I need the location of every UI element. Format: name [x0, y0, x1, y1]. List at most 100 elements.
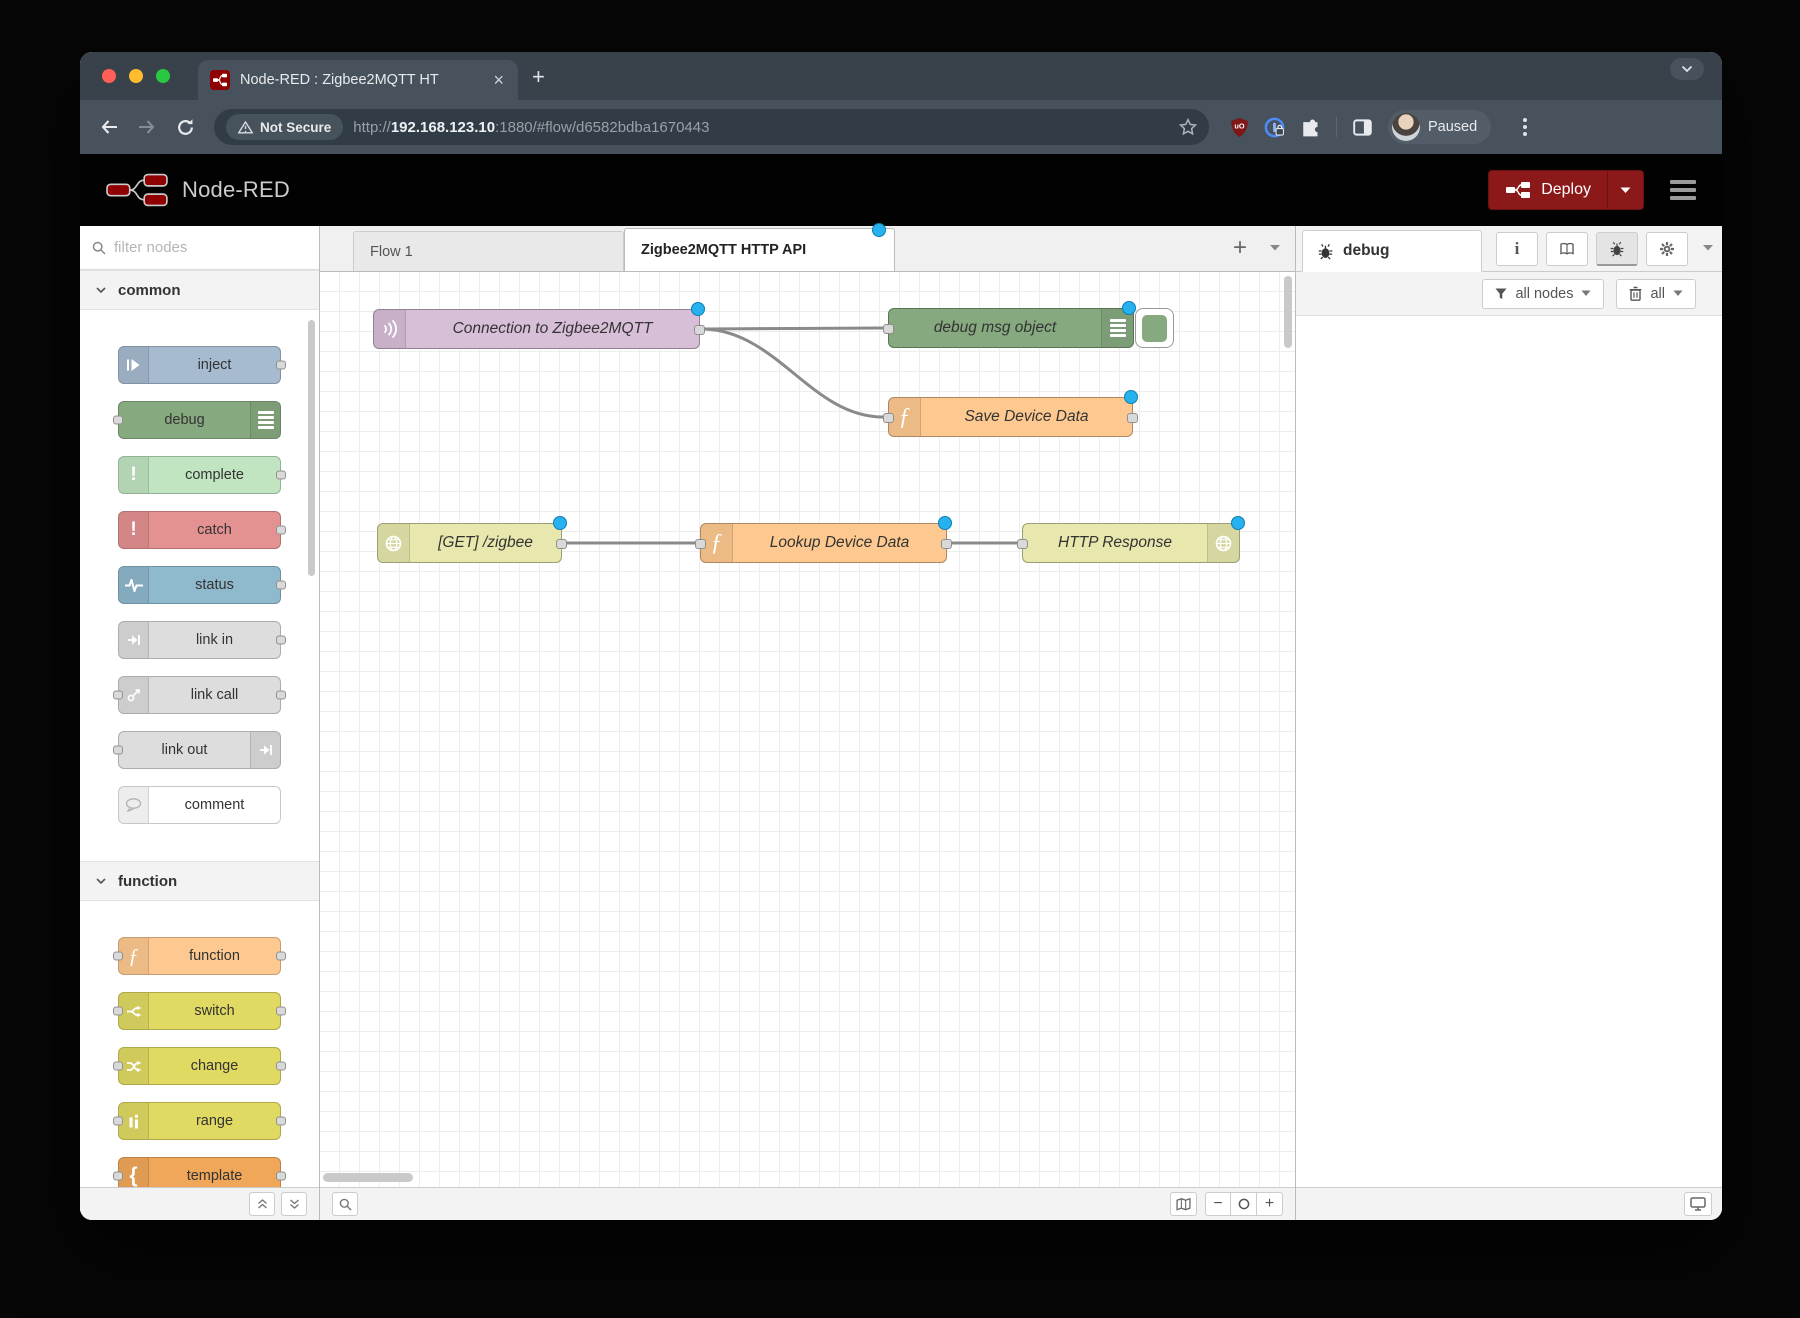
zoom-in-button[interactable]: + [1257, 1192, 1283, 1216]
zoom-out-button[interactable]: − [1205, 1192, 1231, 1216]
palette-node-label: link in [149, 632, 280, 648]
palette-node-link-in[interactable]: link in [118, 621, 281, 659]
palette-filter-input[interactable] [114, 239, 264, 256]
flow-tab-flow1[interactable]: Flow 1 [353, 231, 624, 271]
extensions-puzzle-icon[interactable] [1301, 118, 1320, 137]
flow-node-http-in[interactable]: [GET] /zigbee [377, 523, 562, 563]
flow-node-debug[interactable]: debug msg object [888, 308, 1134, 348]
zoom-window-button[interactable] [156, 69, 170, 83]
input-port [113, 1117, 123, 1126]
password-manager-extension-icon[interactable] [1264, 117, 1285, 138]
open-debug-window-button[interactable] [1684, 1192, 1712, 1216]
canvas-search-button[interactable] [332, 1192, 358, 1216]
node-red-brand: Node-RED [106, 172, 290, 208]
sidebar-tab-info[interactable]: i [1496, 232, 1538, 266]
link-arrow-icon [250, 732, 280, 768]
sidebar-tab-debug[interactable]: debug [1302, 230, 1482, 272]
window-controls [102, 69, 170, 83]
palette-node-link-out[interactable]: link out [118, 731, 281, 769]
palette-node-function[interactable]: ƒ function [118, 937, 281, 975]
close-window-button[interactable] [102, 69, 116, 83]
flow-tab-zigbee2mqtt[interactable]: Zigbee2MQTT HTTP API [624, 228, 895, 271]
double-chevron-up-icon [257, 1199, 268, 1209]
flow-list-button[interactable] [1269, 244, 1281, 252]
side-panel-icon[interactable] [1353, 119, 1372, 136]
profile-button[interactable]: Paused [1388, 110, 1491, 144]
tab-close-icon[interactable]: × [491, 71, 506, 89]
address-bar[interactable]: Not Secure http://192.168.123.10:1880/#f… [214, 109, 1209, 145]
minimize-window-button[interactable] [129, 69, 143, 83]
palette-section-function[interactable]: function [80, 861, 319, 901]
zoom-reset-button[interactable] [1231, 1192, 1257, 1216]
main-menu-button[interactable] [1670, 180, 1696, 200]
input-port[interactable] [883, 413, 894, 423]
browser-menu-button[interactable] [1519, 114, 1531, 140]
add-flow-button[interactable]: + [1233, 236, 1247, 260]
node-label: Lookup Device Data [733, 534, 946, 552]
forward-button[interactable] [132, 112, 162, 142]
security-chip[interactable]: Not Secure [226, 114, 343, 140]
debug-clear-button[interactable]: all [1616, 279, 1696, 309]
input-port [113, 416, 123, 425]
canvas-vertical-scrollbar[interactable] [1284, 276, 1292, 348]
changed-dot [872, 223, 886, 237]
palette-node-template[interactable]: { template [118, 1157, 281, 1187]
palette-node-switch[interactable]: switch [118, 992, 281, 1030]
app-body: common inject debug [80, 226, 1722, 1220]
deploy-options-button[interactable] [1607, 171, 1643, 209]
back-button[interactable] [94, 112, 124, 142]
palette-node-label: change [149, 1058, 280, 1074]
node-label: debug msg object [889, 319, 1101, 337]
workspace: Flow 1 Zigbee2MQTT HTTP API + [320, 226, 1295, 1220]
input-port[interactable] [695, 539, 706, 549]
flow-node-lookup-device-data[interactable]: ƒ Lookup Device Data [700, 523, 947, 563]
bookmark-star-icon[interactable] [1179, 118, 1197, 136]
sidebar-tab-debug-button[interactable] [1596, 232, 1638, 266]
debug-filter-button[interactable]: all nodes [1482, 279, 1604, 309]
chevron-down-icon [1620, 187, 1631, 194]
collapse-all-button[interactable] [249, 1192, 275, 1216]
reload-button[interactable] [170, 112, 200, 142]
extensions-row: uO Paused [1231, 110, 1531, 144]
palette-section-common[interactable]: common [80, 270, 319, 310]
deploy-main[interactable]: Deploy [1489, 180, 1607, 200]
debug-enable-toggle[interactable] [1135, 308, 1174, 348]
deploy-button[interactable]: Deploy [1488, 170, 1644, 210]
sidebar-tab-config[interactable] [1646, 232, 1688, 266]
input-port [113, 1062, 123, 1071]
node-label: [GET] /zigbee [410, 534, 561, 552]
canvas-horizontal-scrollbar[interactable] [323, 1173, 413, 1182]
palette-items-function: ƒ function switch [80, 901, 319, 1187]
flow-node-save-device-data[interactable]: ƒ Save Device Data [888, 397, 1133, 437]
flow-canvas[interactable]: Connection to Zigbee2MQTT debug msg obje… [320, 272, 1295, 1187]
input-port[interactable] [883, 324, 894, 334]
input-port[interactable] [1017, 539, 1028, 549]
flow-node-mqtt-in[interactable]: Connection to Zigbee2MQTT [373, 309, 700, 349]
palette-node-complete[interactable]: ! complete [118, 456, 281, 494]
palette-node-inject[interactable]: inject [118, 346, 281, 384]
new-tab-button[interactable]: + [532, 66, 545, 88]
output-port[interactable] [556, 539, 567, 549]
palette-scrollbar[interactable] [308, 320, 315, 576]
output-port[interactable] [941, 539, 952, 549]
palette-node-range[interactable]: range [118, 1102, 281, 1140]
output-port[interactable] [694, 325, 705, 335]
palette-search[interactable] [80, 226, 319, 270]
change-icon [119, 1048, 149, 1084]
expand-all-button[interactable] [281, 1192, 307, 1216]
flow-node-http-response[interactable]: HTTP Response [1022, 523, 1240, 563]
changed-dot [691, 302, 705, 316]
output-port[interactable] [1127, 413, 1138, 423]
palette-node-comment[interactable]: comment [118, 786, 281, 824]
tab-search-button[interactable] [1670, 58, 1704, 80]
palette-node-status[interactable]: status [118, 566, 281, 604]
ublock-extension-icon[interactable]: uO [1231, 118, 1248, 137]
palette-node-debug[interactable]: debug [118, 401, 281, 439]
palette-node-change[interactable]: change [118, 1047, 281, 1085]
browser-tab[interactable]: Node-RED : Zigbee2MQTT HT × [198, 60, 518, 100]
sidebar-menu-caret[interactable] [1702, 244, 1714, 252]
palette-node-link-call[interactable]: link call [118, 676, 281, 714]
minimap-button[interactable] [1170, 1192, 1197, 1216]
sidebar-tab-help[interactable] [1546, 232, 1588, 266]
palette-node-catch[interactable]: ! catch [118, 511, 281, 549]
